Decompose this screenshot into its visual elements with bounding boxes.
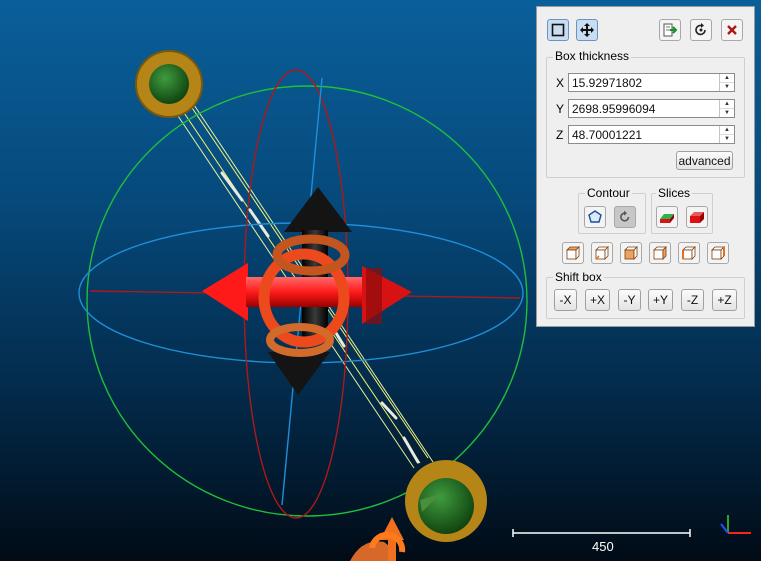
close-icon xyxy=(727,25,737,35)
shift-box-title: Shift box xyxy=(553,270,604,284)
x-thickness-input[interactable] xyxy=(569,74,719,91)
box-thickness-title: Box thickness xyxy=(553,49,632,63)
scale-bar-label: 450 xyxy=(592,539,614,554)
slice-extract-button[interactable] xyxy=(656,206,678,228)
slices-title: Slices xyxy=(656,186,693,200)
x-thickness-spinbox[interactable]: ▲▼ xyxy=(568,73,735,92)
view-right-button[interactable] xyxy=(707,242,729,264)
view-back-button[interactable] xyxy=(649,242,671,264)
select-box-icon xyxy=(551,23,565,37)
z-thickness-spinbox[interactable]: ▲▼ xyxy=(568,125,735,144)
y-thickness-spinbox[interactable]: ▲▼ xyxy=(568,99,735,118)
close-button[interactable] xyxy=(721,19,743,41)
view-top-icon xyxy=(566,246,580,260)
z-thickness-input[interactable] xyxy=(569,126,719,143)
move-icon xyxy=(580,23,594,37)
contour-repeat-icon xyxy=(620,210,630,222)
y-decrement-button[interactable]: ▼ xyxy=(720,108,734,117)
move-button[interactable] xyxy=(576,19,598,41)
view-front-icon xyxy=(624,246,638,260)
shift-minus-y-button[interactable]: -Y xyxy=(618,289,641,311)
axis-triad xyxy=(720,515,751,534)
export-icon xyxy=(663,23,678,37)
shift-plus-z-button[interactable]: +Z xyxy=(712,289,737,311)
z-increment-button[interactable]: ▲ xyxy=(720,126,734,134)
shift-minus-z-button[interactable]: -Z xyxy=(681,289,704,311)
view-top-button[interactable] xyxy=(562,242,584,264)
view-bottom-button[interactable] xyxy=(591,242,613,264)
handle-bottom xyxy=(405,460,487,542)
shift-minus-x-button[interactable]: -X xyxy=(554,289,577,311)
view-front-button[interactable] xyxy=(620,242,642,264)
z-label: Z xyxy=(556,128,564,142)
scale-bar xyxy=(512,529,691,537)
shift-plus-x-button[interactable]: +X xyxy=(585,289,610,311)
z-decrement-button[interactable]: ▼ xyxy=(720,134,734,143)
y-label: Y xyxy=(556,102,565,116)
secondary-gizmo xyxy=(350,517,406,561)
reset-icon xyxy=(695,23,706,36)
contour-title: Contour xyxy=(585,186,632,200)
handle-top xyxy=(135,50,203,118)
contour-extract-icon xyxy=(588,210,602,223)
view-right-icon xyxy=(711,246,725,260)
x-decrement-button[interactable]: ▼ xyxy=(720,82,734,91)
slice-extract-icon xyxy=(660,214,674,223)
export-button[interactable] xyxy=(659,19,681,41)
contour-repeat-button[interactable] xyxy=(614,206,636,228)
advanced-button[interactable]: advanced xyxy=(676,151,733,170)
x-increment-button[interactable]: ▲ xyxy=(720,74,734,82)
reset-button[interactable] xyxy=(690,19,712,41)
shift-plus-y-button[interactable]: +Y xyxy=(648,289,673,311)
y-increment-button[interactable]: ▲ xyxy=(720,100,734,108)
slice-repeat-button[interactable] xyxy=(686,206,708,228)
slice-repeat-icon xyxy=(690,212,704,223)
view-back-icon xyxy=(653,246,667,260)
select-box-button[interactable] xyxy=(547,19,569,41)
y-thickness-input[interactable] xyxy=(569,100,719,117)
view-left-button[interactable] xyxy=(678,242,700,264)
3d-viewport[interactable]: 450 Box thickness X 15.92971802 ▲ ▼ Y 26… xyxy=(0,0,761,561)
view-bottom-icon xyxy=(595,246,609,260)
x-label: X xyxy=(556,76,565,90)
contour-extract-button[interactable] xyxy=(584,206,606,228)
view-left-icon xyxy=(682,246,696,260)
